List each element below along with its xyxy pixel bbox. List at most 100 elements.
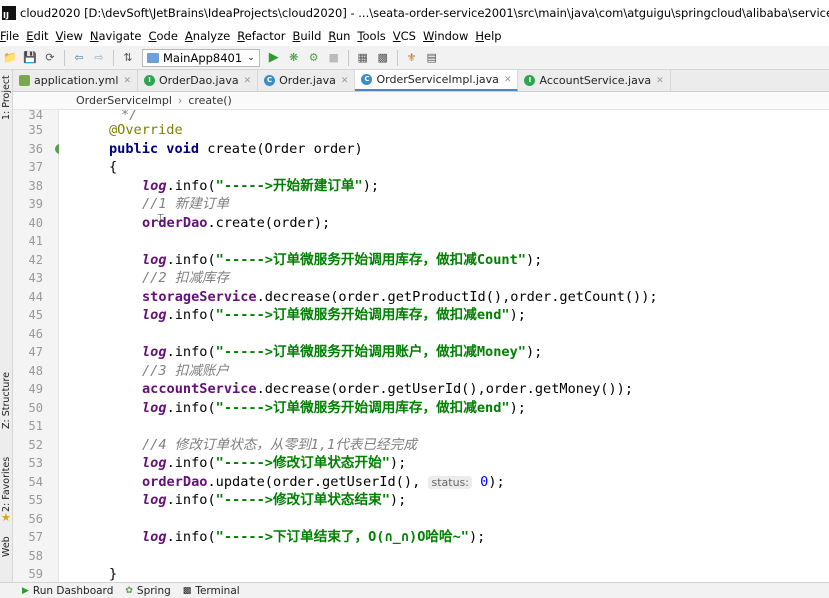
line-number: 41 xyxy=(28,234,43,248)
run-dashboard-label: Run Dashboard xyxy=(32,584,114,597)
line-number: 51 xyxy=(28,419,43,433)
text-cursor-icon: ⌶ xyxy=(157,211,165,225)
code-editor[interactable]: */ @Override public void create(Order or… xyxy=(59,110,829,582)
menu-help[interactable]: Help xyxy=(475,29,506,43)
stop-icon[interactable]: ■ xyxy=(325,49,343,67)
star-icon: ★ xyxy=(1,511,11,524)
tab-orderdao-java[interactable]: I OrderDao.java ✕ xyxy=(138,70,259,91)
debug-icon[interactable]: ❋ xyxy=(285,49,303,67)
toolbar-separator xyxy=(113,49,114,66)
toolbar-separator xyxy=(396,49,398,66)
code-line-44: storageService.decrease(order.getProduct… xyxy=(142,288,658,305)
forward-arrow-icon[interactable]: ⇨ xyxy=(90,49,108,67)
code-line-48: //3 扣减账户 xyxy=(142,362,230,379)
code-line-37: { xyxy=(109,159,118,175)
code-line-38: log.info("----->开始新建订单"); xyxy=(142,177,380,194)
run-icon[interactable]: ▶ xyxy=(265,49,283,67)
title-bar: IJ cloud2020 [D:\devSoft\JetBrains\IdeaP… xyxy=(0,0,829,26)
terminal-button[interactable]: ▩ Terminal xyxy=(183,585,240,597)
line-number: 53 xyxy=(28,456,43,470)
code-line-45: log.info("----->订单微服务开始调用库存，做扣减end"); xyxy=(142,307,526,323)
interface-icon: I xyxy=(524,75,536,86)
menu-code[interactable]: Code xyxy=(148,29,182,43)
menu-navigate[interactable]: Navigate xyxy=(90,29,147,43)
close-icon[interactable]: ✕ xyxy=(341,76,349,86)
menu-window[interactable]: Window xyxy=(423,29,473,43)
window-title: cloud2020 [D:\devSoft\JetBrains\IdeaProj… xyxy=(20,6,829,20)
menu-view[interactable]: View xyxy=(56,29,88,43)
web-tool-button[interactable]: Web xyxy=(0,534,13,560)
project-tool-button[interactable]: 1: Project xyxy=(0,74,13,122)
close-icon[interactable]: ✕ xyxy=(656,76,664,86)
close-icon[interactable]: ✕ xyxy=(504,75,512,85)
search-everywhere-icon[interactable]: ▤ xyxy=(423,49,441,67)
chevron-down-icon: ⌄ xyxy=(247,52,255,63)
project-structure-icon[interactable]: ▩ xyxy=(374,49,392,67)
menu-run[interactable]: Run xyxy=(328,29,355,43)
save-icon[interactable]: 💾 xyxy=(21,49,39,67)
run-configuration-selector[interactable]: MainApp8401 ⌄ xyxy=(142,48,260,67)
code-line-52: //4 修改订单状态，从零到1,1代表已经完成 xyxy=(142,436,417,453)
code-line-47: log.info("----->订单微服务开始调用账户，做扣减Money"); xyxy=(142,344,543,360)
menu-analyze[interactable]: Analyze xyxy=(185,29,235,43)
menu-refactor[interactable]: Refactor xyxy=(237,29,290,43)
code-line-59: } xyxy=(109,566,118,582)
spring-boot-icon xyxy=(147,52,159,63)
breadcrumb-method[interactable]: create() xyxy=(188,94,232,107)
line-number: 35 xyxy=(28,123,43,137)
line-number: 44 xyxy=(28,289,43,304)
coverage-icon[interactable]: ⚙ xyxy=(305,49,323,67)
run-dashboard-button[interactable]: ▶ Run Dashboard xyxy=(22,585,113,597)
tab-label: OrderDao.java xyxy=(159,74,239,87)
back-arrow-icon[interactable]: ⇦ xyxy=(70,49,88,67)
line-number: 38 xyxy=(28,178,43,193)
code-line-40: orderDao.create(order); xyxy=(142,214,331,231)
spring-button[interactable]: ✿ Spring xyxy=(125,585,170,597)
line-number: 58 xyxy=(28,548,43,563)
menu-edit[interactable]: Edit xyxy=(26,29,53,43)
close-icon[interactable]: ✕ xyxy=(244,76,252,86)
vcs-icon[interactable]: ⚜ xyxy=(403,49,421,67)
line-number: 56 xyxy=(28,511,43,526)
menu-build[interactable]: Build xyxy=(293,29,327,43)
class-icon: C xyxy=(361,74,373,85)
code-line-54: orderDao.update(order.getUserId(), statu… xyxy=(142,473,505,490)
tab-application-yml[interactable]: application.yml ✕ xyxy=(13,70,139,91)
line-number: 45 xyxy=(28,308,43,322)
breadcrumb-class[interactable]: OrderServiceImpl xyxy=(76,94,172,107)
sdk-icon[interactable]: ▦ xyxy=(354,49,372,67)
line-number: 43 xyxy=(28,271,43,285)
tab-orderserviceimpl-java[interactable]: C OrderServiceImpl.java ✕ xyxy=(355,70,519,91)
folder-open-icon[interactable]: 📁 xyxy=(1,49,19,67)
line-number: 55 xyxy=(28,493,43,507)
menu-tools[interactable]: Tools xyxy=(357,29,390,43)
line-number: 42 xyxy=(28,252,43,267)
build-icon[interactable]: ⇅ xyxy=(119,49,137,67)
code-line-53: log.info("----->修改订单状态开始"); xyxy=(142,455,407,471)
tab-accountservice-java[interactable]: I AccountService.java ✕ xyxy=(518,70,671,91)
main-toolbar: 📁 💾 ⟳ ⇦ ⇨ ⇅ MainApp8401 ⌄ ▶ ❋ ⚙ ■ ▦ ▩ ⚜ … xyxy=(0,46,829,70)
terminal-icon: ▩ xyxy=(182,585,192,596)
tab-label: AccountService.java xyxy=(539,74,652,87)
tab-order-java[interactable]: C Order.java ✕ xyxy=(258,70,356,91)
spring-leaf-icon: ✿ xyxy=(125,585,133,596)
sync-icon[interactable]: ⟳ xyxy=(41,49,59,67)
code-line-39: //1 新建订单 xyxy=(142,196,230,212)
yaml-file-icon xyxy=(19,75,30,86)
line-number: 47 xyxy=(28,345,43,359)
menu-vcs[interactable]: VCS xyxy=(393,29,421,43)
parameter-hint: status: xyxy=(428,475,472,489)
favorites-tool-button[interactable]: 2: Favorites xyxy=(0,453,13,515)
class-icon: C xyxy=(264,75,276,86)
chevron-right-icon: › xyxy=(177,94,183,107)
line-number: 37 xyxy=(28,160,43,174)
line-number: 50 xyxy=(28,400,43,415)
code-line-50: log.info("----->订单微服务开始调用库存，做扣减end"); xyxy=(142,399,526,416)
structure-tool-button[interactable]: Z: Structure xyxy=(0,370,13,432)
close-icon[interactable]: ✕ xyxy=(123,76,131,86)
terminal-label: Terminal xyxy=(195,584,240,597)
spring-label: Spring xyxy=(136,584,171,597)
code-line-43: //2 扣减库存 xyxy=(142,270,230,286)
intellij-logo-icon: IJ xyxy=(2,6,16,20)
menu-file[interactable]: File xyxy=(0,29,24,43)
